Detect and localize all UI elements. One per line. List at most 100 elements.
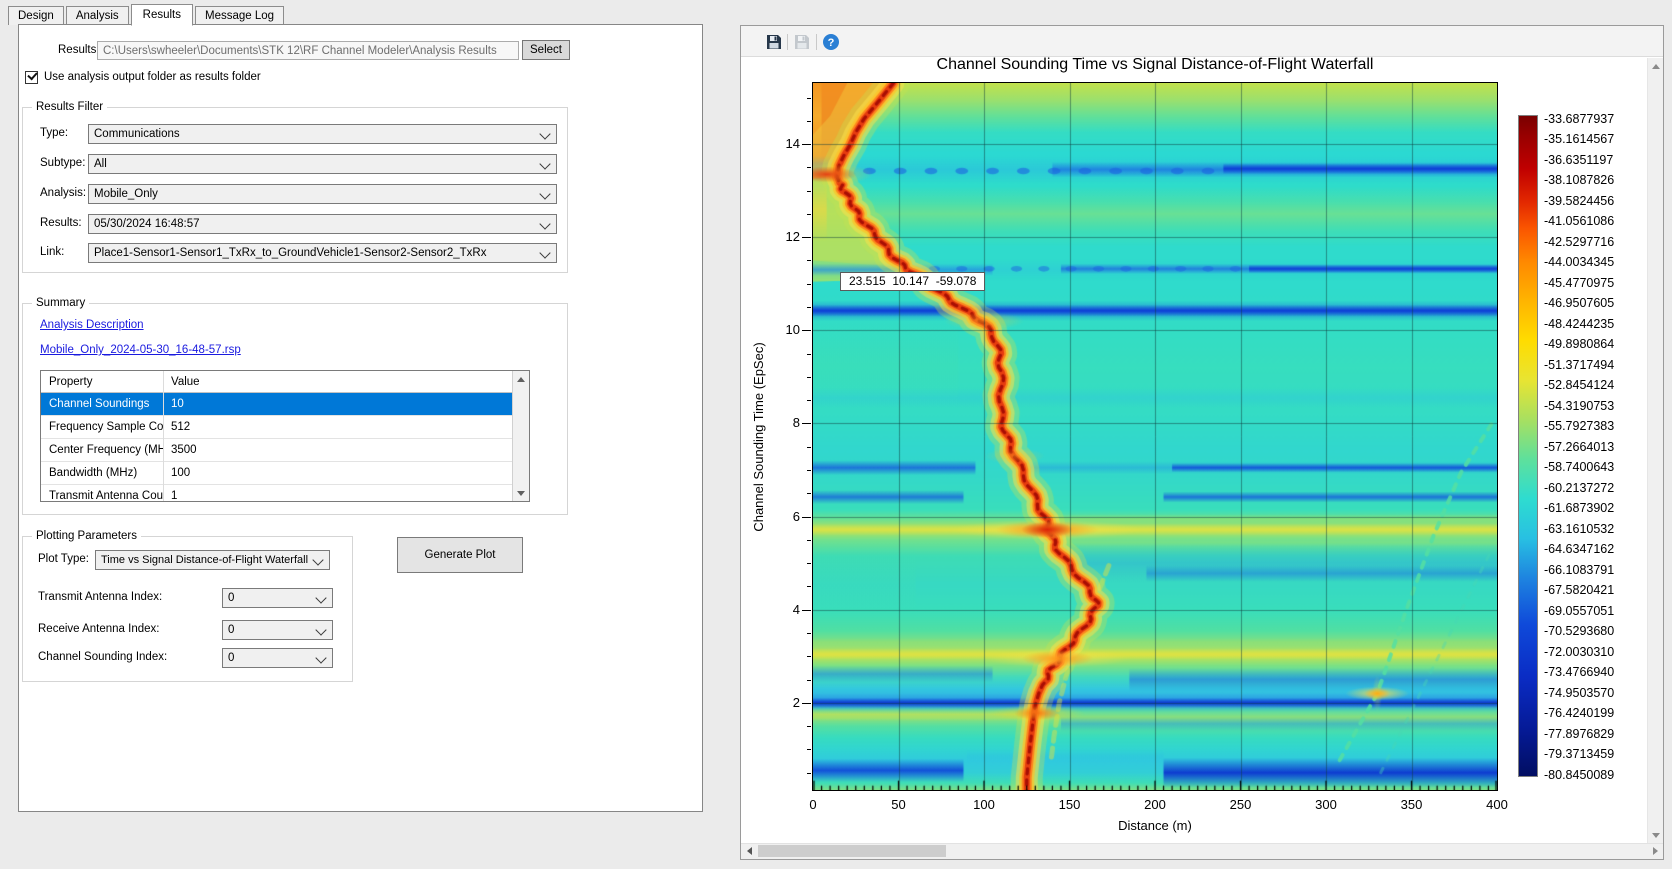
colorbar-label: -74.9503570 — [1544, 686, 1644, 700]
colorbar-label: -72.0030310 — [1544, 645, 1644, 659]
x-tick-label: 300 — [1306, 797, 1346, 812]
tab-design[interactable]: Design — [8, 6, 64, 25]
filter-combo-type[interactable]: Communications — [88, 124, 557, 144]
y-tick-label: 6 — [772, 509, 800, 524]
filter-label-1: Subtype: — [40, 157, 85, 169]
scroll-right-icon[interactable] — [1647, 843, 1663, 859]
y-major-tick — [802, 703, 811, 704]
index-value-1: 0 — [228, 624, 234, 636]
y-major-tick — [802, 517, 811, 518]
y-axis-title: Channel Sounding Time (EpSec) — [751, 327, 765, 547]
colorbar-label: -60.2137272 — [1544, 481, 1644, 495]
chevron-down-icon — [539, 218, 550, 229]
tab-analysis[interactable]: Analysis — [66, 6, 129, 25]
y-tick-label: 10 — [772, 322, 800, 337]
x-tick-label: 250 — [1221, 797, 1261, 812]
colorbar-label: -54.3190753 — [1544, 399, 1644, 413]
table-row[interactable]: Bandwidth (MHz)100 — [41, 462, 529, 485]
y-minor-tick — [807, 540, 811, 541]
results-folder-input[interactable]: C:\Users\swheeler\Documents\STK 12\RF Ch… — [97, 41, 519, 60]
scroll-left-icon[interactable] — [741, 843, 757, 859]
scroll-up-icon[interactable] — [1648, 58, 1663, 74]
y-minor-tick — [807, 307, 811, 308]
colorbar-label: -63.1610532 — [1544, 522, 1644, 536]
help-icon[interactable]: ? — [822, 33, 840, 51]
y-major-tick — [802, 144, 811, 145]
colorbar-label: -42.5297716 — [1544, 235, 1644, 249]
index-combo-0[interactable]: 0 — [222, 588, 333, 608]
generate-plot-button[interactable]: Generate Plot — [397, 537, 523, 573]
filter-combo-link[interactable]: Place1-Sensor1-Sensor1_TxRx_to_GroundVeh… — [88, 243, 557, 263]
y-minor-tick — [807, 563, 811, 564]
use-output-folder-label: Use analysis output folder as results fo… — [44, 71, 261, 83]
scroll-down-icon[interactable] — [1648, 827, 1663, 843]
summary-group-title: Summary — [32, 297, 89, 309]
colorbar-label: -70.5293680 — [1544, 624, 1644, 638]
filter-value-2: Mobile_Only — [94, 188, 158, 200]
x-tick-label: 150 — [1050, 797, 1090, 812]
table-row[interactable]: Transmit Antenna Count1 — [41, 485, 529, 502]
tab-results[interactable]: Results — [131, 4, 193, 26]
checkmark-icon — [27, 70, 37, 81]
y-major-tick — [802, 423, 811, 424]
filter-value-0: Communications — [94, 128, 180, 140]
colorbar-label: -39.5824456 — [1544, 194, 1644, 208]
y-minor-tick — [807, 470, 811, 471]
table-row[interactable]: Center Frequency (MHz)3500 — [41, 439, 529, 462]
colorbar-label: -79.3713459 — [1544, 747, 1644, 761]
y-minor-tick — [807, 98, 811, 99]
y-minor-tick — [807, 191, 811, 192]
y-tick-label: 4 — [772, 602, 800, 617]
index-value-0: 0 — [228, 592, 234, 604]
x-tick-label: 350 — [1392, 797, 1432, 812]
index-label-1: Receive Antenna Index: — [38, 623, 159, 635]
colorbar-label: -67.5820421 — [1544, 583, 1644, 597]
colorbar-label: -36.6351197 — [1544, 153, 1644, 167]
colorbar-label: -41.0561086 — [1544, 214, 1644, 228]
y-minor-tick — [807, 633, 811, 634]
table-cell-value: 512 — [163, 421, 529, 433]
scroll-down-icon[interactable] — [513, 485, 529, 501]
colorbar-label: -35.1614567 — [1544, 132, 1644, 146]
chevron-down-icon — [539, 158, 550, 169]
colorbar-label: -51.3717494 — [1544, 358, 1644, 372]
filter-combo-analysis[interactable]: Mobile_Only — [88, 184, 557, 204]
index-combo-1[interactable]: 0 — [222, 620, 333, 640]
y-minor-tick — [807, 680, 811, 681]
table-scrollbar[interactable] — [512, 371, 529, 501]
colorbar-label: -49.8980864 — [1544, 337, 1644, 351]
waterfall-heatmap[interactable] — [812, 82, 1498, 791]
colorbar-label: -38.1087826 — [1544, 173, 1644, 187]
table-row[interactable]: Channel Soundings10 — [41, 393, 529, 416]
colorbar-label: -58.7400643 — [1544, 460, 1644, 474]
filter-combo-results[interactable]: 05/30/2024 16:48:57 — [88, 214, 557, 234]
y-minor-tick — [807, 726, 811, 727]
analysis-description-link[interactable]: Analysis Description — [40, 319, 144, 331]
y-minor-tick — [807, 749, 811, 750]
colorbar-label: -52.8454124 — [1544, 378, 1644, 392]
vertical-scrollbar[interactable] — [1647, 58, 1663, 843]
x-axis-title: Distance (m) — [813, 818, 1497, 833]
filter-combo-subtype[interactable]: All — [88, 154, 557, 174]
index-combo-2[interactable]: 0 — [222, 648, 333, 668]
save-icon[interactable] — [765, 33, 783, 51]
y-minor-tick — [807, 447, 811, 448]
tab-message-log[interactable]: Message Log — [195, 6, 284, 25]
colorbar-gradient — [1519, 116, 1537, 776]
plot-type-combo[interactable]: Time vs Signal Distance-of-Flight Waterf… — [95, 550, 330, 570]
y-minor-tick — [807, 121, 811, 122]
table-cell-value: 1 — [163, 490, 529, 502]
tab-strip: DesignAnalysisResultsMessage Log — [8, 3, 286, 25]
scroll-up-icon[interactable] — [513, 371, 529, 387]
table-row[interactable]: Frequency Sample Count512 — [41, 416, 529, 439]
analysis-file-link[interactable]: Mobile_Only_2024-05-30_16-48-57.rsp — [40, 344, 241, 356]
use-output-folder-checkbox[interactable] — [25, 71, 38, 84]
select-folder-button[interactable]: Select — [522, 40, 570, 60]
chevron-down-icon — [312, 554, 323, 565]
y-minor-tick — [807, 656, 811, 657]
y-minor-tick — [807, 260, 811, 261]
summary-table-rows: PropertyValueChannel Soundings10Frequenc… — [41, 371, 529, 502]
chart-title: Channel Sounding Time vs Signal Distance… — [813, 56, 1497, 74]
table-cell-value: 10 — [163, 398, 529, 410]
horizontal-scrollbar-thumb[interactable] — [758, 845, 946, 857]
